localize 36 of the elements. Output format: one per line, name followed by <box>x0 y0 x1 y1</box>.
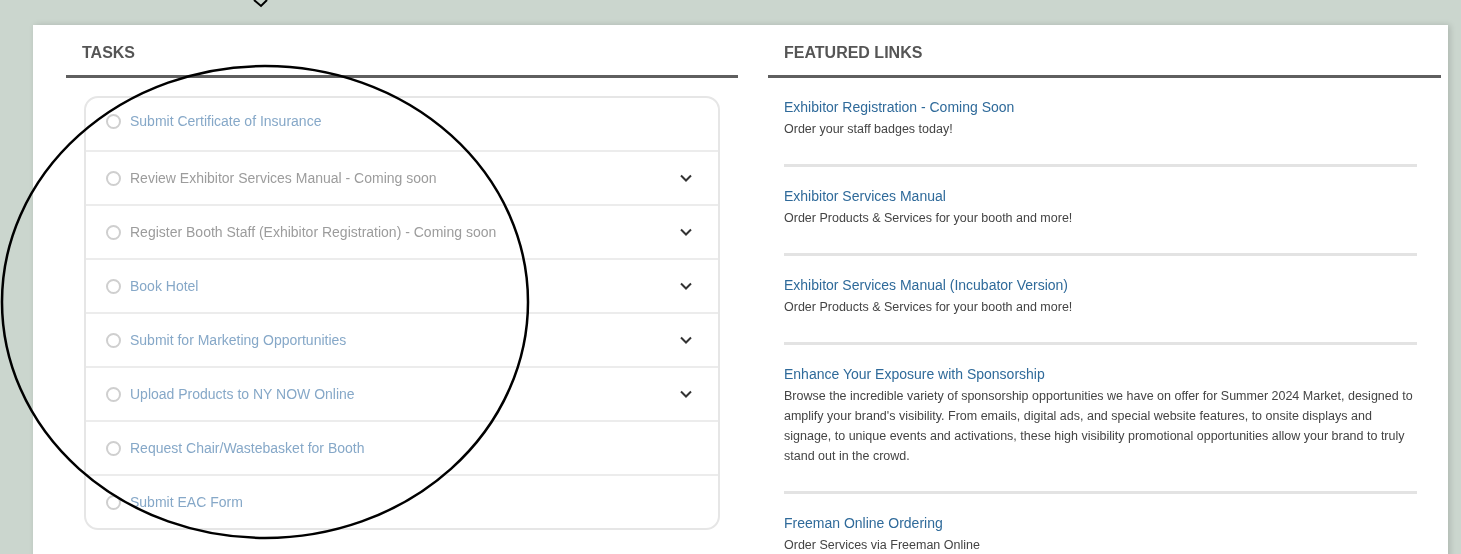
task-label: Submit EAC Form <box>130 494 244 510</box>
link-title[interactable]: Exhibitor Services Manual <box>784 188 946 204</box>
link-description: Order your staff badges today! <box>784 121 954 138</box>
task-label: Book Hotel <box>130 278 200 294</box>
chevron-down-icon[interactable] <box>680 390 692 398</box>
link-title[interactable]: Exhibitor Registration - Coming Soon <box>784 99 1015 115</box>
link-title[interactable]: Exhibitor Services Manual (Incubator Version) <box>784 277 1069 293</box>
link-description: Order Products & Services for your booth and more! <box>784 299 1074 316</box>
task-label: Review Exhibitor Services Manual - Coming soon <box>130 170 438 186</box>
task-row[interactable]: Book Hotel <box>86 258 718 312</box>
radio-icon[interactable] <box>106 440 121 456</box>
link-title[interactable]: Enhance Your Exposure with Sponsorship <box>784 366 1045 382</box>
task-label: Submit Certificate of Insurance <box>130 113 323 129</box>
link-description: Order Services via Freeman Online <box>784 537 981 554</box>
link-description: Order Products & Services for your booth and more! <box>784 210 1074 227</box>
task-row[interactable]: Submit EAC Form <box>86 474 718 528</box>
radio-icon[interactable] <box>106 113 121 129</box>
radio-icon[interactable] <box>106 494 121 510</box>
task-row[interactable]: Request Chair/Wastebasket for Booth <box>86 420 718 474</box>
radio-icon[interactable] <box>106 332 121 348</box>
task-row[interactable]: Submit for Marketing Opportunities <box>86 312 718 366</box>
task-label: Submit for Marketing Opportunities <box>130 332 348 348</box>
chevron-down-icon[interactable] <box>680 282 692 290</box>
task-label: Request Chair/Wastebasket for Booth <box>130 440 366 456</box>
task-row[interactable]: Upload Products to NY NOW Online <box>86 366 718 420</box>
radio-icon[interactable] <box>106 278 121 294</box>
link-description: Browse the incredible variety of sponsorship opportunities we have on offer for Summer 2024 Market, designed to amplify your brand's visibility. From emails, digital ads, and special website features, to onsite displays and signage, to unique events and activations, these high visibility promotional opportunities allow your brand to truly stand out in the crowd. <box>784 388 1414 465</box>
radio-icon[interactable] <box>106 386 121 402</box>
chevron-down-icon[interactable] <box>680 336 692 344</box>
section-heading: FEATURED LINKS <box>768 25 1441 78</box>
section-heading: TASKS <box>66 25 738 78</box>
link-title[interactable]: Freeman Online Ordering <box>784 515 943 531</box>
task-label: Register Booth Staff (Exhibitor Registration) - Coming soon <box>130 224 498 240</box>
task-row[interactable]: Submit Certificate of Insurance <box>86 98 718 150</box>
task-label: Upload Products to NY NOW Online <box>130 386 356 402</box>
pen-mark <box>253 0 268 8</box>
